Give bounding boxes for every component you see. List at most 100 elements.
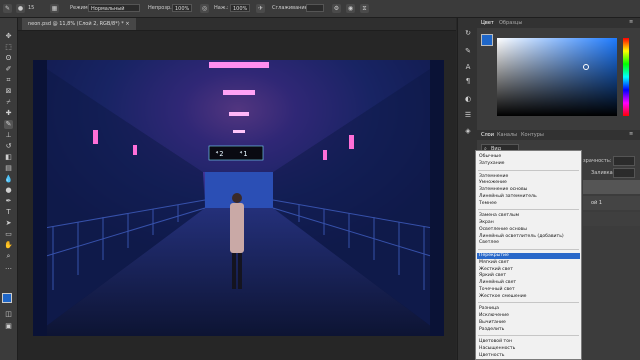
blend-mode-item[interactable]: Линейный осветлитель (добавить) bbox=[479, 234, 564, 240]
blur-tool-icon[interactable]: 💧 bbox=[4, 175, 13, 184]
blend-mode-item[interactable]: Линейный свет bbox=[479, 280, 516, 286]
smoothing-field[interactable] bbox=[306, 4, 324, 12]
layer-opacity-label: зрачность: bbox=[583, 158, 612, 164]
blend-mode-item[interactable]: Умножение bbox=[479, 180, 507, 186]
menu-separator bbox=[478, 249, 579, 250]
lasso-tool-icon[interactable]: ʘ bbox=[4, 54, 13, 63]
layer-row-1[interactable]: ой 1 bbox=[583, 196, 640, 210]
color-panel-tabs: Цвет Образцы ≡ bbox=[477, 18, 640, 28]
menu-separator bbox=[478, 209, 579, 211]
tab-swatches[interactable]: Образцы bbox=[499, 20, 522, 26]
panel-menu-icon[interactable]: ≡ bbox=[629, 19, 633, 25]
color-picker-handle[interactable] bbox=[583, 64, 589, 70]
gradient-tool-icon[interactable]: ▤ bbox=[4, 164, 13, 173]
brush-tool-icon[interactable]: ✎ bbox=[3, 4, 12, 13]
character-panel-icon[interactable]: A bbox=[463, 62, 473, 72]
type-tool-icon[interactable]: T bbox=[4, 208, 13, 217]
airbrush-icon[interactable]: ✈ bbox=[256, 4, 265, 13]
move-tool-icon[interactable]: ✥ bbox=[4, 32, 13, 41]
foreground-color-swatch[interactable] bbox=[2, 293, 12, 303]
hand-tool-icon[interactable]: ✋ bbox=[4, 241, 13, 250]
blend-mode-select[interactable]: Нормальный bbox=[88, 4, 140, 12]
neon-corridor-image: ⁴2 ⁴1 bbox=[33, 60, 444, 336]
crop-tool-icon[interactable]: ⌗ bbox=[4, 76, 13, 85]
mode-label: Режим: bbox=[70, 5, 90, 11]
layer-fill-label: Заливка: bbox=[591, 170, 615, 176]
blend-mode-item[interactable]: Затухание bbox=[479, 161, 505, 167]
brush-preset-picker[interactable]: ● bbox=[16, 4, 25, 13]
blend-mode-item[interactable]: Замена светлым bbox=[479, 213, 519, 219]
pressure-opacity-icon[interactable]: ◎ bbox=[200, 4, 209, 13]
dodge-tool-icon[interactable]: ● bbox=[4, 186, 13, 195]
blend-mode-item[interactable]: Перекрытие bbox=[479, 253, 509, 259]
path-select-tool-icon[interactable]: ➤ bbox=[4, 219, 13, 228]
blend-mode-dropdown[interactable]: Обычные Затухание Затемнение Умножение Затем… bbox=[475, 150, 582, 360]
smoothing-label: Сглаживание: bbox=[272, 5, 310, 11]
brush-tool-icon[interactable]: ✎ bbox=[4, 120, 13, 129]
blend-mode-item[interactable]: Темнее bbox=[479, 201, 497, 207]
tab-channels[interactable]: Каналы bbox=[497, 132, 517, 138]
blend-mode-item[interactable]: Насыщенность bbox=[479, 346, 515, 352]
blend-mode-item[interactable]: Точечный свет bbox=[479, 287, 515, 293]
blend-mode-item[interactable]: Осветление основы bbox=[479, 227, 527, 233]
layer-row-2[interactable] bbox=[583, 180, 640, 194]
color-fg-chip[interactable] bbox=[481, 34, 493, 46]
blend-mode-item[interactable]: Экран bbox=[479, 220, 494, 226]
marquee-tool-icon[interactable]: ⬚ bbox=[4, 43, 13, 52]
close-icon[interactable]: × bbox=[125, 21, 129, 27]
adjustments-panel-icon[interactable]: ◐ bbox=[463, 94, 473, 104]
layer-opacity-field[interactable] bbox=[613, 156, 635, 166]
pen-tool-icon[interactable]: ✒ bbox=[4, 197, 13, 206]
layer-row-bg[interactable] bbox=[583, 212, 640, 226]
blend-mode-item[interactable]: Цветность bbox=[479, 353, 505, 359]
shape-tool-icon[interactable]: ▭ bbox=[4, 230, 13, 239]
libraries-panel-icon[interactable]: ◈ bbox=[463, 126, 473, 136]
blend-mode-item[interactable]: Разница bbox=[479, 306, 499, 312]
paragraph-panel-icon[interactable]: ¶ bbox=[463, 76, 473, 86]
stamp-tool-icon[interactable]: ⊥ bbox=[4, 131, 13, 140]
blend-mode-item[interactable]: Линейный затемнитель bbox=[479, 194, 537, 200]
hue-slider[interactable] bbox=[623, 38, 629, 116]
layer-name: ой 1 bbox=[591, 200, 603, 206]
eyedropper-tool-icon[interactable]: ⌿ bbox=[4, 98, 13, 107]
pressure-size-icon[interactable]: ◉ bbox=[346, 4, 355, 13]
opacity-field[interactable]: 100% bbox=[172, 4, 192, 12]
blend-mode-item[interactable]: Мягкий свет bbox=[479, 260, 509, 266]
tab-layers[interactable]: Слои bbox=[481, 132, 494, 138]
blend-mode-item[interactable]: Светлее bbox=[479, 240, 499, 246]
zoom-tool-icon[interactable]: ⌕ bbox=[4, 252, 13, 261]
blend-mode-item[interactable]: Жесткое смешение bbox=[479, 294, 527, 300]
blend-mode-item[interactable]: Яркий свет bbox=[479, 273, 506, 279]
blend-mode-item[interactable]: Вычитание bbox=[479, 320, 506, 326]
blend-mode-item[interactable]: Затемнение bbox=[479, 174, 508, 180]
blend-mode-item[interactable]: Цветовой тон bbox=[479, 339, 512, 345]
blend-mode-item[interactable]: Разделить bbox=[479, 327, 504, 333]
brush-settings-icon[interactable]: ▦ bbox=[50, 4, 59, 13]
tab-color[interactable]: Цвет bbox=[481, 20, 494, 26]
layer-fill-field[interactable] bbox=[613, 168, 635, 178]
properties-panel-icon[interactable]: ☰ bbox=[463, 110, 473, 120]
tab-paths[interactable]: Контуры bbox=[521, 132, 544, 138]
eraser-tool-icon[interactable]: ◧ bbox=[4, 153, 13, 162]
blend-mode-item[interactable]: Обычные bbox=[479, 154, 501, 160]
healing-tool-icon[interactable]: ✚ bbox=[4, 109, 13, 118]
blend-mode-item[interactable]: Затемнение основы bbox=[479, 187, 527, 193]
flow-field[interactable]: 100% bbox=[230, 4, 250, 12]
quick-mask-icon[interactable]: ◫ bbox=[4, 310, 13, 319]
history-panel-icon[interactable]: ↻ bbox=[463, 28, 473, 38]
document-tab[interactable]: neon.psd @ 11,8% (Слой 2, RGB/8*) * × bbox=[22, 18, 136, 30]
gear-icon[interactable]: ⚙ bbox=[332, 4, 341, 13]
screen-mode-icon[interactable]: ▣ bbox=[4, 322, 13, 331]
symmetry-icon[interactable]: ⧖ bbox=[360, 4, 369, 13]
blend-mode-item[interactable]: Жесткий свет bbox=[479, 267, 513, 273]
panel-menu-icon[interactable]: ≡ bbox=[629, 131, 633, 137]
quick-select-tool-icon[interactable]: ✐ bbox=[4, 65, 13, 74]
history-brush-tool-icon[interactable]: ↺ bbox=[4, 142, 13, 151]
brush-panel-icon[interactable]: ✎ bbox=[463, 46, 473, 56]
blend-mode-item[interactable]: Исключение bbox=[479, 313, 509, 319]
color-field[interactable] bbox=[497, 38, 617, 116]
frame-tool-icon[interactable]: ⊠ bbox=[4, 87, 13, 96]
canvas-photo[interactable]: ⁴2 ⁴1 bbox=[33, 60, 444, 336]
more-tools-icon[interactable]: … bbox=[4, 263, 13, 272]
document-tab-bar: neon.psd @ 11,8% (Слой 2, RGB/8*) * × bbox=[18, 18, 456, 31]
